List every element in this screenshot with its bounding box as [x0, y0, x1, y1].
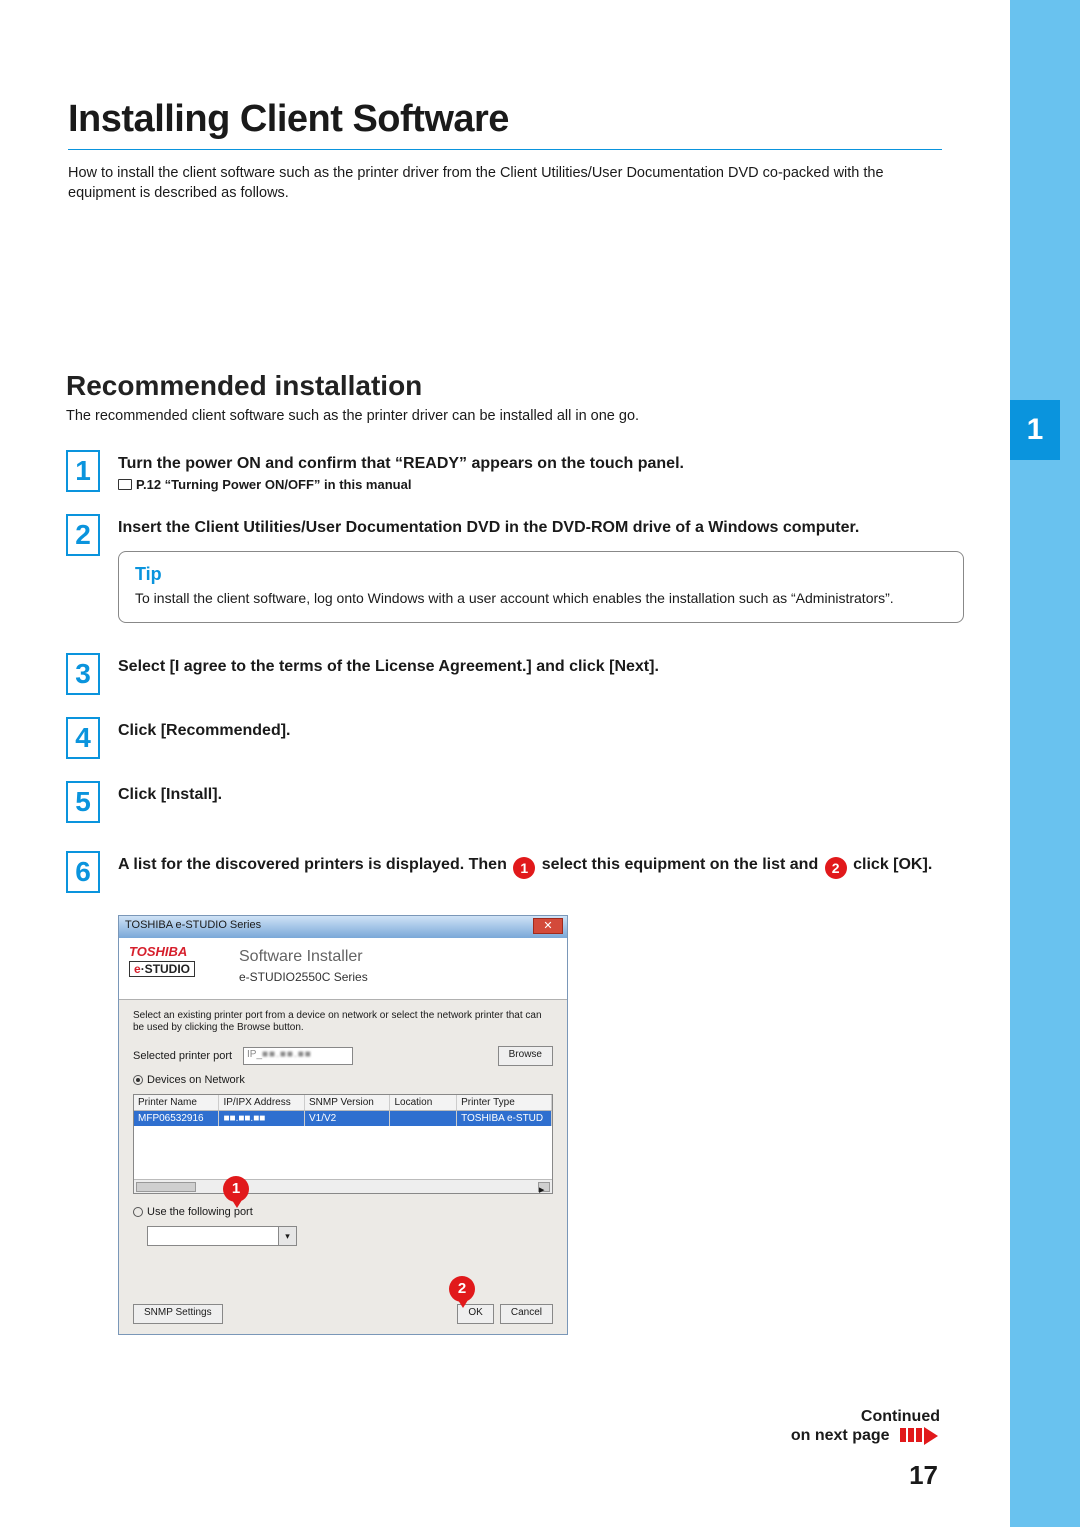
- installer-desc: Select an existing printer port from a d…: [133, 1010, 553, 1034]
- installer-heading: Software Installer: [239, 948, 363, 966]
- selected-port-label: Selected printer port: [133, 1050, 243, 1062]
- ip-prefix: IP_: [247, 1049, 262, 1060]
- cancel-button[interactable]: Cancel: [500, 1304, 553, 1324]
- tip-box: Tip To install the client software, log …: [118, 551, 964, 623]
- row-ip-blur: ■■.■■.■■: [223, 1113, 265, 1124]
- close-button[interactable]: ✕: [533, 918, 563, 934]
- main-content: Recommended installation The recommended…: [66, 370, 964, 1335]
- book-icon: [118, 479, 132, 490]
- estudio-rest: ·STUDIO: [141, 962, 190, 976]
- inline-callout-1: 1: [513, 857, 535, 879]
- installer-footer: SNMP Settings OK Cancel: [133, 1304, 553, 1324]
- estudio-logo: e·STUDIO: [129, 961, 195, 977]
- col-location: Location: [390, 1095, 457, 1110]
- title-rule: [68, 149, 942, 150]
- ip-blurred: ■■.■■.■■: [262, 1049, 312, 1060]
- step-2: 2 Insert the Client Utilities/User Docum…: [66, 514, 964, 623]
- section-lead: The recommended client software such as …: [66, 408, 964, 424]
- step-number: 6: [66, 851, 100, 893]
- horizontal-scrollbar[interactable]: ▸: [134, 1179, 552, 1193]
- page-title: Installing Client Software: [68, 98, 942, 141]
- step-4-text: Click [Recommended].: [118, 721, 964, 742]
- step-5: 5 Click [Install].: [66, 781, 964, 823]
- installer-header: TOSHIBA e·STUDIO Software Installer e-ST…: [119, 938, 567, 1000]
- row-snmp: V1/V2: [305, 1111, 390, 1126]
- step-1-ref-text: P.12 “Turning Power ON/OFF” in this manu…: [136, 477, 411, 492]
- arrow-right-icon: [900, 1427, 940, 1447]
- row-ip: ■■.■■.■■: [219, 1111, 304, 1126]
- devices-label: Devices on Network: [147, 1074, 245, 1086]
- section-title: Recommended installation: [66, 370, 964, 402]
- continued-b: on next page: [791, 1427, 890, 1444]
- step-3: 3 Select [I agree to the terms of the Li…: [66, 653, 964, 695]
- step-1-text: Turn the power ON and confirm that “READ…: [118, 454, 964, 475]
- chapter-tab: 1: [1010, 400, 1060, 460]
- row-location: [390, 1111, 457, 1126]
- printer-list[interactable]: Printer Name IP/IPX Address SNMP Version…: [133, 1094, 553, 1194]
- installer-title: TOSHIBA e-STUDIO Series: [125, 919, 261, 931]
- intro-text: How to install the client software such …: [68, 164, 942, 203]
- page: Installing Client Software Installing Cl…: [0, 0, 1010, 1527]
- tip-title: Tip: [135, 564, 947, 585]
- installer-series: e-STUDIO2550C Series: [239, 970, 368, 984]
- installer-body: Select an existing printer port from a d…: [119, 1000, 567, 1264]
- step-1-ref: P.12 “Turning Power ON/OFF” in this manu…: [118, 477, 964, 492]
- step-4: 4 Click [Recommended].: [66, 717, 964, 759]
- selected-port-field[interactable]: IP_■■.■■.■■: [243, 1047, 353, 1065]
- col-snmp: SNMP Version: [305, 1095, 390, 1110]
- step-1: 1 Turn the power ON and confirm that “RE…: [66, 450, 964, 492]
- step-6-text-c: click [OK].: [853, 856, 932, 873]
- step-6: 6 A list for the discovered printers is …: [66, 851, 964, 893]
- port-dropdown[interactable]: ▾: [147, 1226, 297, 1246]
- step-5-text: Click [Install].: [118, 785, 964, 806]
- tip-text: To install the client software, log onto…: [135, 589, 947, 608]
- chevron-down-icon: ▾: [278, 1227, 296, 1245]
- col-printer-name: Printer Name: [134, 1095, 219, 1110]
- step-number: 1: [66, 450, 100, 492]
- page-number: 17: [909, 1460, 938, 1491]
- col-ip: IP/IPX Address: [219, 1095, 304, 1110]
- continued-a: Continued: [861, 1408, 940, 1425]
- title-panel: Installing Client Software How to instal…: [46, 80, 964, 227]
- snmp-settings-button[interactable]: SNMP Settings: [133, 1304, 223, 1324]
- printer-row-selected[interactable]: MFP06532916 ■■.■■.■■ V1/V2 TOSHIBA e-STU…: [134, 1111, 552, 1126]
- step-6-text-a: A list for the discovered printers is di…: [118, 856, 511, 873]
- step-3-text: Select [I agree to the terms of the Lice…: [118, 657, 964, 678]
- step-number: 2: [66, 514, 100, 556]
- step-6-text: A list for the discovered printers is di…: [118, 855, 964, 879]
- browse-button[interactable]: Browse: [498, 1046, 553, 1066]
- row-name: MFP06532916: [134, 1111, 219, 1126]
- installer-titlebar: TOSHIBA e-STUDIO Series ✕: [119, 916, 567, 938]
- step-number: 5: [66, 781, 100, 823]
- figure-callout-2: 2: [449, 1276, 475, 1302]
- step-2-text: Insert the Client Utilities/User Documen…: [118, 518, 964, 539]
- radio-use-port[interactable]: [133, 1207, 143, 1217]
- list-header: Printer Name IP/IPX Address SNMP Version…: [134, 1095, 552, 1111]
- step-number: 3: [66, 653, 100, 695]
- continued-label: Continued on next page: [791, 1408, 940, 1447]
- figure-callout-1: 1: [223, 1176, 249, 1202]
- installer-dialog: TOSHIBA e-STUDIO Series ✕ TOSHIBA e·STUD…: [118, 915, 568, 1335]
- step-number: 4: [66, 717, 100, 759]
- radio-devices-on-network[interactable]: [133, 1075, 143, 1085]
- step-6-text-b: select this equipment on the list and: [542, 856, 823, 873]
- running-head: Installing Client Software: [763, 52, 954, 70]
- row-type: TOSHIBA e-STUD: [457, 1111, 552, 1126]
- inline-callout-2: 2: [825, 857, 847, 879]
- col-type: Printer Type: [457, 1095, 552, 1110]
- estudio-e: e: [134, 962, 141, 976]
